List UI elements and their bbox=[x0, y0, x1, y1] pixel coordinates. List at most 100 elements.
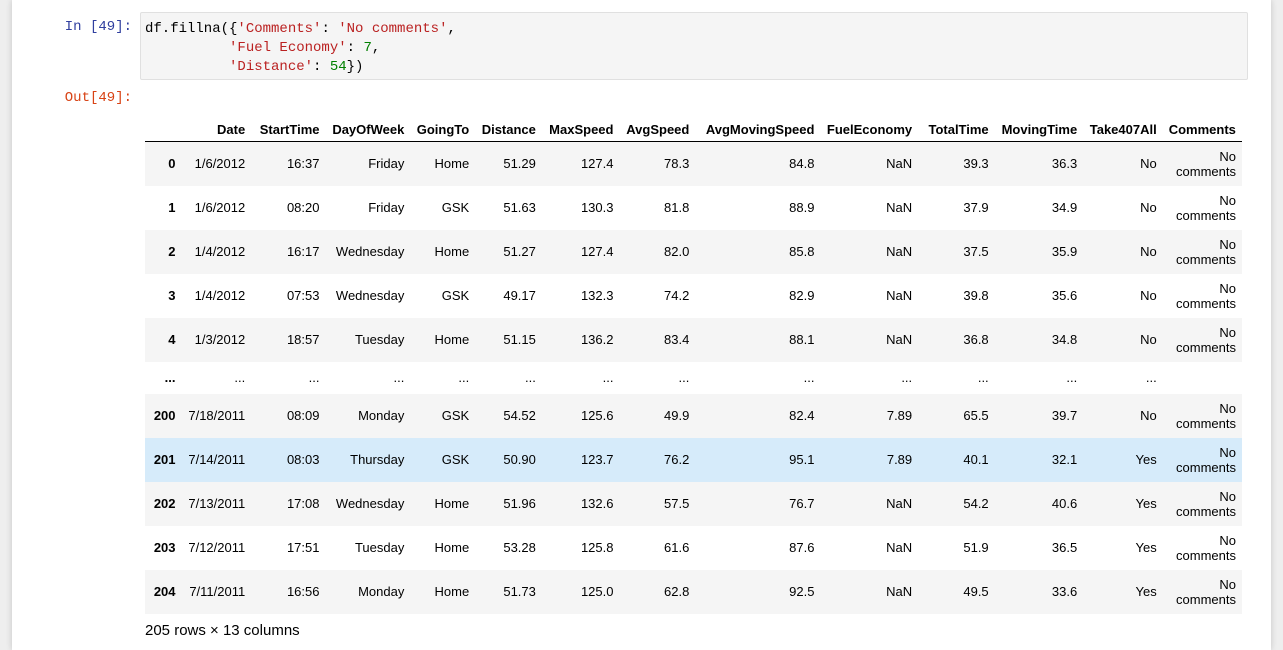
table-cell: ... bbox=[602, 370, 614, 385]
table-cell: 34.8 bbox=[1051, 332, 1078, 347]
table-cell: Thursday bbox=[350, 452, 405, 467]
column-header: GoingTo bbox=[410, 96, 476, 142]
table-cell: 37.9 bbox=[963, 200, 989, 215]
table-cell: 54.2 bbox=[963, 496, 989, 511]
row-index: 204 bbox=[153, 584, 176, 599]
table-cell: ... bbox=[678, 370, 690, 385]
table-cell: No comments bbox=[1176, 148, 1236, 179]
table-cell: 74.2 bbox=[664, 288, 690, 303]
code-cell-editor[interactable]: df.fillna({'Comments': 'No comments', 'F… bbox=[140, 12, 1248, 80]
table-cell: Yes bbox=[1135, 496, 1157, 511]
table-cell: NaN bbox=[886, 584, 913, 599]
table-cell: Monday bbox=[358, 408, 405, 423]
row-index: 202 bbox=[153, 496, 176, 511]
row-index: 0 bbox=[168, 156, 176, 172]
table-cell: 7.89 bbox=[886, 452, 913, 467]
table-cell: 7/14/2011 bbox=[188, 452, 246, 467]
table-cell: No comments bbox=[1176, 532, 1236, 563]
column-header: Date bbox=[181, 96, 252, 142]
table-cell: Yes bbox=[1135, 452, 1157, 467]
code-line: df.fillna({'Comments': 'No comments', bbox=[145, 20, 1243, 39]
table-cell: 40.1 bbox=[963, 452, 989, 467]
column-header: MaxSpeed bbox=[541, 96, 620, 142]
table-cell: 136.2 bbox=[580, 332, 614, 347]
table-cell: Yes bbox=[1135, 584, 1157, 599]
table-cell: Monday bbox=[358, 584, 405, 599]
table-cell: 51.9 bbox=[963, 540, 989, 555]
table-cell: 35.9 bbox=[1051, 244, 1078, 259]
row-index: 1 bbox=[168, 200, 176, 215]
table-cell: 85.8 bbox=[789, 244, 815, 259]
code-token: , bbox=[371, 40, 381, 56]
code-line: 'Distance': 54}) bbox=[145, 58, 1243, 77]
table-cell: No bbox=[1140, 332, 1157, 347]
table-cell: Home bbox=[434, 496, 470, 511]
table-cell: 62.8 bbox=[664, 584, 690, 599]
table-cell: Home bbox=[434, 584, 470, 599]
table-cell: GSK bbox=[441, 408, 470, 423]
table-cell: 57.5 bbox=[664, 496, 690, 511]
table-cell: 34.9 bbox=[1051, 200, 1078, 215]
table-cell: 125.0 bbox=[580, 584, 614, 599]
table-cell: 132.6 bbox=[580, 496, 614, 511]
table-cell: 35.6 bbox=[1051, 288, 1078, 303]
column-header: AvgMovingSpeed bbox=[695, 96, 821, 142]
table-cell: No bbox=[1140, 288, 1157, 303]
table-cell: 7/12/2011 bbox=[188, 540, 246, 555]
table-cell: No comments bbox=[1176, 400, 1236, 431]
table-cell: 65.5 bbox=[963, 408, 989, 423]
table-cell: 7/13/2011 bbox=[188, 496, 246, 511]
table-cell: NaN bbox=[886, 540, 913, 555]
table-cell: No comments bbox=[1176, 280, 1236, 311]
table-cell: 36.8 bbox=[963, 332, 989, 347]
table-cell: Home bbox=[434, 244, 470, 259]
column-header: Distance bbox=[475, 96, 542, 142]
table-cell: 1/4/2012 bbox=[194, 288, 246, 303]
table-cell: ... bbox=[977, 370, 989, 385]
column-header: MovingTime bbox=[994, 96, 1084, 142]
table-cell: No bbox=[1140, 200, 1157, 215]
table-cell: 51.27 bbox=[503, 244, 536, 259]
table-cell: Wednesday bbox=[335, 288, 405, 303]
table-cell: No bbox=[1140, 156, 1157, 172]
table-row: 0 1/6/2012 16:37 Friday Home 51.29 127.4 78.3 84… bbox=[145, 141, 1242, 186]
table-cell: 08:09 bbox=[286, 408, 320, 423]
table-cell: ... bbox=[393, 370, 405, 385]
code-token: df.fillna({ bbox=[145, 21, 238, 37]
table-cell: 49.17 bbox=[503, 288, 536, 303]
column-header: AvgSpeed bbox=[619, 96, 696, 142]
table-cell: 36.5 bbox=[1051, 540, 1078, 555]
table-cell: 76.7 bbox=[789, 496, 815, 511]
table-cell: 81.8 bbox=[664, 200, 690, 215]
output-prompt: Out[49]: bbox=[64, 90, 132, 106]
table-cell: 125.8 bbox=[580, 540, 614, 555]
table-cell: NaN bbox=[886, 288, 913, 303]
table-cell: Friday bbox=[368, 156, 405, 172]
table-row: 202 7/13/2011 17:08 Wednesday Home 51.96 132.6… bbox=[145, 481, 1242, 526]
column-header: FuelEconomy bbox=[820, 96, 919, 142]
table-cell: GSK bbox=[441, 200, 470, 215]
table-cell: Tuesday bbox=[354, 540, 405, 555]
table-cell: 87.6 bbox=[789, 540, 815, 555]
table-cell: 32.1 bbox=[1051, 452, 1078, 467]
table-row: 4 1/3/2012 18:57 Tuesday Home 51.15 136.2 83.4 8… bbox=[145, 317, 1242, 362]
table-cell: Friday bbox=[368, 200, 405, 215]
input-prompt: In [49]: bbox=[64, 19, 132, 35]
column-header: Comments bbox=[1162, 96, 1242, 142]
row-index: ... bbox=[164, 370, 176, 385]
table-ellipsis-row: ....................................... bbox=[145, 361, 1242, 394]
table-cell: 82.9 bbox=[789, 288, 815, 303]
table-cell: ... bbox=[1145, 370, 1157, 385]
table-cell: 40.6 bbox=[1051, 496, 1078, 511]
table-cell: 132.3 bbox=[580, 288, 614, 303]
table-cell: 54.52 bbox=[503, 408, 536, 423]
table-cell: 36.3 bbox=[1051, 156, 1078, 172]
row-index: 3 bbox=[168, 288, 176, 303]
table-cell: Home bbox=[434, 332, 470, 347]
table-cell: Home bbox=[434, 156, 470, 172]
table-cell: No comments bbox=[1176, 444, 1236, 475]
row-index: 201 bbox=[153, 452, 176, 467]
index-header bbox=[145, 96, 182, 142]
table-cell: 08:03 bbox=[286, 452, 320, 467]
